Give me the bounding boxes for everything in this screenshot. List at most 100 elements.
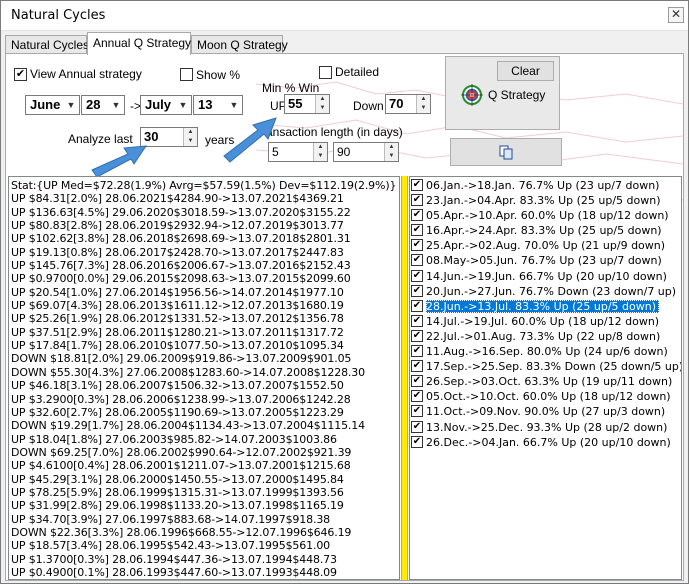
min-win-up-input[interactable]: 55 ▲ ▼ (284, 94, 330, 114)
annotation-arrow-icon (223, 117, 277, 163)
strategy-checkbox[interactable]: ✔ (411, 269, 423, 282)
strategy-label: 08.May->05.Jun. 76.7% Up (23 up/7 down) (426, 254, 662, 268)
strategy-label: 26.Sep.->03.Oct. 63.3% Up (19 up/11 down… (426, 375, 673, 389)
strategy-checkbox[interactable]: ✔ (411, 329, 423, 342)
strategy-checkbox[interactable]: ✔ (411, 254, 423, 267)
strategy-item[interactable]: ✔ 11.Oct.->09.Nov. 90.0% Up (27 up/3 down… (410, 404, 681, 419)
transaction-max-value: 90 (337, 145, 351, 159)
transaction-min-spinner[interactable]: ▲ ▼ (313, 143, 327, 161)
transaction-max-input[interactable]: 90 ▲ ▼ (333, 142, 399, 162)
strategy-checkbox[interactable]: ✔ (411, 360, 423, 373)
chevron-down-icon: ▼ (66, 100, 76, 110)
stats-row: UP $31.99[2.8%] 29.06.1998$1133.20->13.0… (11, 499, 344, 513)
strategy-item[interactable]: ✔ 05.Apr.->10.Apr. 60.0% Up (18 up/12 dow… (410, 208, 681, 223)
q-strategy-button[interactable]: Q Strategy (461, 84, 553, 106)
stats-row: UP $17.84[1.7%] 28.06.2010$1077.50->13.0… (11, 339, 344, 353)
transaction-max-spinner[interactable]: ▲ ▼ (384, 143, 398, 161)
strategy-item[interactable]: ✔ 08.May->05.Jun. 76.7% Up (23 up/7 down) (410, 253, 681, 268)
strategy-checkbox[interactable]: ✔ (411, 239, 423, 252)
strategy-checkbox[interactable]: ✔ (411, 209, 423, 222)
copy-button[interactable] (450, 138, 562, 166)
stats-list[interactable]: Stat:{UP Med=$72.28(1.9%) Avrg=$57.59(1.… (8, 176, 400, 580)
strategy-item[interactable]: ✔ 28.Jun.->13.Jul. 83.3% Up (25 up/5 down… (410, 299, 681, 314)
strategy-label: 14.Jun.->19.Jun. 66.7% Up (20 up/10 down… (426, 269, 667, 283)
view-annual-checkbox[interactable]: ✔ (14, 68, 27, 81)
annual-q-strategy-panel: ✔ View Annual strategy Show % Detailed J… (5, 53, 684, 581)
splitter-handle[interactable] (401, 176, 408, 580)
copy-icon (499, 145, 513, 160)
strategy-item[interactable]: ✔ 05.Oct.->10.Oct. 60.0% Up (18 up/12 dow… (410, 389, 681, 404)
stats-row: DOWN $55.30[4.3%] 27.06.2008$1283.60->14… (11, 365, 365, 379)
strategy-label: 16.Apr.->24.Apr. 83.3% Up (25 up/5 down) (426, 224, 662, 238)
strategy-item[interactable]: ✔ 26.Sep.->03.Oct. 63.3% Up (19 up/11 dow… (410, 374, 681, 389)
stats-row: DOWN $19.29[1.7%] 28.06.2004$1134.43->13… (11, 419, 365, 433)
strategy-label: 28.Jun.->13.Jul. 83.3% Up (25 up/5 down) (426, 299, 660, 313)
stats-row: UP $32.60[2.7%] 28.06.2005$1190.69->13.0… (11, 405, 344, 419)
strategy-label: 11.Oct.->09.Nov. 90.0% Up (27 up/3 down) (426, 405, 666, 419)
chevron-down-icon: ▼ (178, 100, 188, 110)
strategy-label: 20.Jun.->27.Jun. 76.7% Down (23 down/7 u… (426, 284, 677, 298)
strategy-item[interactable]: ✔ 20.Jun.->27.Jun. 76.7% Down (23 down/7 … (410, 284, 681, 299)
stats-row: UP $20.54[1.0%] 27.06.2014$1956.56->14.0… (11, 285, 344, 299)
strategy-checkbox[interactable]: ✔ (411, 405, 423, 418)
strategy-checkbox[interactable]: ✔ (411, 284, 423, 297)
stats-row: UP $80.83[2.8%] 28.06.2019$2932.94->12.0… (11, 219, 344, 233)
strategy-checkbox[interactable]: ✔ (411, 224, 423, 237)
from-day-select[interactable]: 28 ▼ (81, 95, 125, 115)
to-day-select[interactable]: 13 ▼ (193, 95, 243, 115)
title-bar: Natural Cycles ✕ (1, 1, 688, 31)
clear-button[interactable]: Clear (497, 61, 554, 81)
strategy-item[interactable]: ✔ 11.Aug.->16.Sep. 80.0% Up (24 up/6 down… (410, 344, 681, 359)
strategy-checkbox[interactable]: ✔ (411, 435, 423, 448)
strategy-label: 23.Jan.->04.Apr. 83.3% Up (25 up/5 down) (426, 194, 661, 208)
strategy-item[interactable]: ✔ 25.Apr.->02.Aug. 70.0% Up (21 up/9 down… (410, 238, 681, 253)
show-percent-checkbox[interactable] (180, 68, 193, 81)
strategy-item[interactable]: ✔ 23.Jan.->04.Apr. 83.3% Up (25 up/5 down… (410, 193, 681, 208)
min-win-down-input[interactable]: 70 ▲ ▼ (385, 94, 431, 114)
strategy-checkbox[interactable]: ✔ (411, 194, 423, 207)
min-win-down-spinner[interactable]: ▲ ▼ (416, 95, 430, 113)
strategy-item[interactable]: ✔ 16.Apr.->24.Apr. 83.3% Up (25 up/5 down… (410, 223, 681, 238)
strategy-label: 22.Jul.->01.Aug. 73.3% Up (22 up/8 down) (426, 329, 661, 343)
strategy-checkbox[interactable]: ✔ (411, 179, 423, 191)
to-month-select[interactable]: July ▼ (140, 95, 192, 115)
analyze-last-spinner[interactable]: ▲ ▼ (183, 128, 197, 146)
strategy-label: 17.Sep.->25.Sep. 83.3% Down (25 down/5 u… (426, 360, 682, 374)
to-day-value: 13 (198, 97, 213, 112)
tab-annual-q-strategy[interactable]: Annual Q Strategy (87, 32, 191, 55)
detailed-checkbox[interactable] (319, 66, 332, 79)
strategy-item[interactable]: ✔ 14.Jun.->19.Jun. 66.7% Up (20 up/10 dow… (410, 269, 681, 284)
strategy-item[interactable]: ✔ 22.Jul.->01.Aug. 73.3% Up (22 up/8 down… (410, 329, 681, 344)
stats-row: UP $3.2900[0.3%] 28.06.2006$1238.99->13.… (11, 392, 351, 406)
strategy-checkbox[interactable]: ✔ (411, 390, 423, 403)
strategy-item[interactable]: ✔ 06.Jan.->18.Jan. 76.7% Up (23 up/7 down… (410, 178, 681, 193)
stats-row: UP $18.04[1.8%] 27.06.2003$985.82->14.07… (11, 432, 337, 446)
stats-row: Stat:{UP Med=$72.28(1.9%) Avrg=$57.59(1.… (11, 179, 397, 192)
stats-row: UP $37.51[2.9%] 28.06.2011$1280.21->13.0… (11, 325, 344, 339)
strategy-checkbox[interactable]: ✔ (411, 299, 423, 312)
from-month-select[interactable]: June ▼ (25, 95, 80, 115)
show-percent-label: Show % (196, 68, 241, 82)
stats-row: UP $69.07[4.3%] 28.06.2013$1611.12->12.0… (11, 299, 344, 313)
tab-natural-cycles[interactable]: Natural Cycles (5, 35, 89, 54)
stats-row: UP $136.63[4.5%] 29.06.2020$3018.59->13.… (11, 205, 351, 219)
strategy-checklist[interactable]: ✔ 06.Jan.->18.Jan. 76.7% Up (23 up/7 down… (409, 176, 682, 580)
stats-row: DOWN $69.25[7.0%] 28.06.2002$990.64->12.… (11, 445, 352, 459)
strategy-item[interactable]: ✔ 14.Jul.->19.Jul. 60.0% Up (18 up/12 dow… (410, 314, 681, 329)
tab-moon-q-strategy[interactable]: Moon Q Strategy (191, 35, 288, 54)
strategy-checkbox[interactable]: ✔ (411, 314, 423, 327)
strategy-item[interactable]: ✔ 13.Nov.->25.Dec. 93.3% Up (28 up/2 down… (410, 420, 681, 435)
min-win-up-value: 55 (288, 96, 303, 111)
strategy-checkbox[interactable]: ✔ (411, 375, 423, 388)
strategy-item[interactable]: ✔ 17.Sep.->25.Sep. 83.3% Down (25 down/5 … (410, 359, 681, 374)
stats-row: UP $45.29[3.1%] 28.06.2000$1450.55->13.0… (11, 472, 344, 486)
strategy-checkbox[interactable]: ✔ (411, 420, 423, 433)
window-title: Natural Cycles (11, 8, 106, 23)
strategy-label: 11.Aug.->16.Sep. 80.0% Up (24 up/6 down) (426, 345, 668, 359)
strategy-checkbox[interactable]: ✔ (411, 345, 423, 358)
min-win-up-spinner[interactable]: ▲ ▼ (315, 95, 329, 113)
close-icon[interactable]: ✕ (668, 7, 684, 23)
strategy-label: 25.Apr.->02.Aug. 70.0% Up (21 up/9 down) (426, 239, 666, 253)
strategy-label: 13.Nov.->25.Dec. 93.3% Up (28 up/2 down) (426, 420, 668, 434)
strategy-item[interactable]: ✔ 26.Dec.->04.Jan. 66.7% Up (20 up/10 dow… (410, 435, 681, 450)
